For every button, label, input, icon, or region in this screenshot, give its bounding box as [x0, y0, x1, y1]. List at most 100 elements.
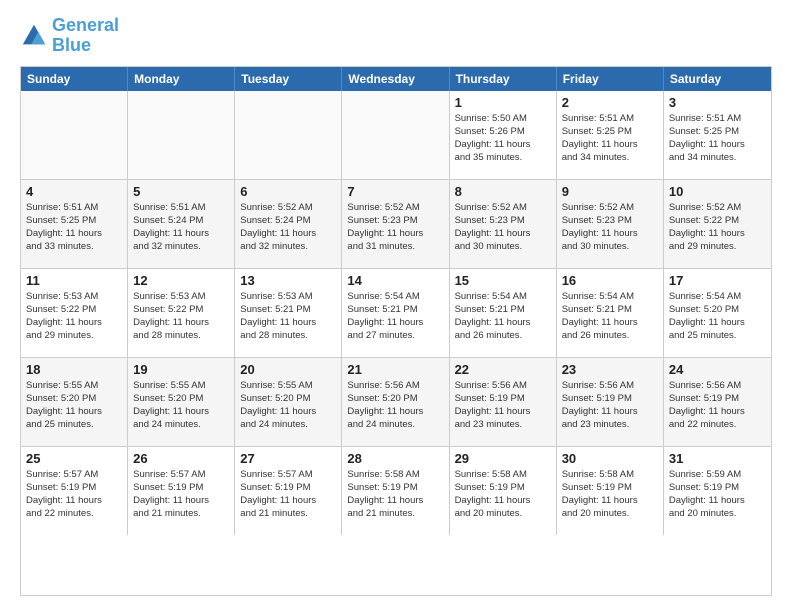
day-number: 7	[347, 184, 443, 199]
day-info: Sunrise: 5:54 AM Sunset: 5:21 PM Dayligh…	[347, 290, 443, 343]
calendar-cell: 27Sunrise: 5:57 AM Sunset: 5:19 PM Dayli…	[235, 447, 342, 535]
calendar-cell	[342, 91, 449, 179]
day-number: 19	[133, 362, 229, 377]
day-number: 22	[455, 362, 551, 377]
calendar-row-5: 25 Sunrise: 5:57 AM Sunset: 5:19 PM Dayli…	[21, 447, 771, 535]
day-number: 12	[133, 273, 229, 288]
day-number: 18	[26, 362, 122, 377]
calendar-cell: 8 Sunrise: 5:52 AM Sunset: 5:23 PM Daylig…	[450, 180, 557, 268]
calendar-cell	[128, 91, 235, 179]
day-info: Sunrise: 5:57 AM Sunset: 5:19 PM Dayligh…	[133, 468, 229, 521]
calendar-cell: 31Sunrise: 5:59 AM Sunset: 5:19 PM Dayli…	[664, 447, 771, 535]
day-number: 1	[455, 95, 551, 110]
day-info: Sunrise: 5:55 AM Sunset: 5:20 PM Dayligh…	[240, 379, 336, 432]
calendar-cell: 17 Sunrise: 5:54 AM Sunset: 5:20 PM Dayli…	[664, 269, 771, 357]
calendar-cell: 4Sunrise: 5:51 AM Sunset: 5:25 PM Daylig…	[21, 180, 128, 268]
day-info: Sunrise: 5:53 AM Sunset: 5:22 PM Dayligh…	[133, 290, 229, 343]
day-info: Sunrise: 5:52 AM Sunset: 5:23 PM Dayligh…	[347, 201, 443, 254]
day-info: Sunrise: 5:55 AM Sunset: 5:20 PM Dayligh…	[26, 379, 122, 432]
calendar-cell: 3 Sunrise: 5:51 AM Sunset: 5:25 PM Daylig…	[664, 91, 771, 179]
calendar-cell: 23 Sunrise: 5:56 AM Sunset: 5:19 PM Dayli…	[557, 358, 664, 446]
day-number: 28	[347, 451, 443, 466]
calendar-cell: 19 Sunrise: 5:55 AM Sunset: 5:20 PM Dayli…	[128, 358, 235, 446]
calendar-body: 1 Sunrise: 5:50 AM Sunset: 5:26 PM Daylig…	[21, 91, 771, 535]
calendar-row-1: 1 Sunrise: 5:50 AM Sunset: 5:26 PM Daylig…	[21, 91, 771, 180]
day-number: 6	[240, 184, 336, 199]
header: General Blue	[20, 16, 772, 56]
logo: General Blue	[20, 16, 119, 56]
calendar-cell	[21, 91, 128, 179]
calendar-cell: 28Sunrise: 5:58 AM Sunset: 5:19 PM Dayli…	[342, 447, 449, 535]
day-info: Sunrise: 5:59 AM Sunset: 5:19 PM Dayligh…	[669, 468, 766, 521]
day-number: 17	[669, 273, 766, 288]
day-info: Sunrise: 5:58 AM Sunset: 5:19 PM Dayligh…	[455, 468, 551, 521]
calendar-cell: 26 Sunrise: 5:57 AM Sunset: 5:19 PM Dayli…	[128, 447, 235, 535]
calendar-cell: 25Sunrise: 5:57 AM Sunset: 5:19 PM Dayli…	[21, 447, 128, 535]
header-day-thursday: Thursday	[450, 67, 557, 91]
calendar-cell: 24Sunrise: 5:56 AM Sunset: 5:19 PM Dayli…	[664, 358, 771, 446]
day-info: Sunrise: 5:54 AM Sunset: 5:21 PM Dayligh…	[455, 290, 551, 343]
calendar-cell: 14 Sunrise: 5:54 AM Sunset: 5:21 PM Dayli…	[342, 269, 449, 357]
header-day-saturday: Saturday	[664, 67, 771, 91]
day-number: 25	[26, 451, 122, 466]
calendar-cell: 11 Sunrise: 5:53 AM Sunset: 5:22 PM Dayli…	[21, 269, 128, 357]
day-number: 29	[455, 451, 551, 466]
day-number: 26	[133, 451, 229, 466]
calendar: SundayMondayTuesdayWednesdayThursdayFrid…	[20, 66, 772, 596]
day-info: Sunrise: 5:53 AM Sunset: 5:22 PM Dayligh…	[26, 290, 122, 343]
calendar-cell: 10 Sunrise: 5:52 AM Sunset: 5:22 PM Dayli…	[664, 180, 771, 268]
day-number: 15	[455, 273, 551, 288]
calendar-cell: 20 Sunrise: 5:55 AM Sunset: 5:20 PM Dayli…	[235, 358, 342, 446]
calendar-cell: 15 Sunrise: 5:54 AM Sunset: 5:21 PM Dayli…	[450, 269, 557, 357]
calendar-cell: 18 Sunrise: 5:55 AM Sunset: 5:20 PM Dayli…	[21, 358, 128, 446]
day-number: 4	[26, 184, 122, 199]
day-number: 14	[347, 273, 443, 288]
day-number: 8	[455, 184, 551, 199]
day-number: 9	[562, 184, 658, 199]
calendar-row-4: 18 Sunrise: 5:55 AM Sunset: 5:20 PM Dayli…	[21, 358, 771, 447]
calendar-cell: 16 Sunrise: 5:54 AM Sunset: 5:21 PM Dayli…	[557, 269, 664, 357]
calendar-cell: 29 Sunrise: 5:58 AM Sunset: 5:19 PM Dayli…	[450, 447, 557, 535]
day-number: 5	[133, 184, 229, 199]
calendar-cell: 6Sunrise: 5:52 AM Sunset: 5:24 PM Daylig…	[235, 180, 342, 268]
day-info: Sunrise: 5:51 AM Sunset: 5:25 PM Dayligh…	[562, 112, 658, 165]
calendar-cell: 22Sunrise: 5:56 AM Sunset: 5:19 PM Dayli…	[450, 358, 557, 446]
calendar-row-2: 4Sunrise: 5:51 AM Sunset: 5:25 PM Daylig…	[21, 180, 771, 269]
day-number: 13	[240, 273, 336, 288]
header-day-sunday: Sunday	[21, 67, 128, 91]
day-info: Sunrise: 5:56 AM Sunset: 5:20 PM Dayligh…	[347, 379, 443, 432]
day-number: 11	[26, 273, 122, 288]
day-number: 16	[562, 273, 658, 288]
header-day-monday: Monday	[128, 67, 235, 91]
day-number: 2	[562, 95, 658, 110]
day-number: 23	[562, 362, 658, 377]
day-info: Sunrise: 5:54 AM Sunset: 5:21 PM Dayligh…	[562, 290, 658, 343]
calendar-cell: 12 Sunrise: 5:53 AM Sunset: 5:22 PM Dayli…	[128, 269, 235, 357]
calendar-cell	[235, 91, 342, 179]
day-number: 21	[347, 362, 443, 377]
logo-text: General Blue	[52, 16, 119, 56]
page: General Blue SundayMondayTuesdayWednesda…	[0, 0, 792, 612]
calendar-cell: 9Sunrise: 5:52 AM Sunset: 5:23 PM Daylig…	[557, 180, 664, 268]
day-info: Sunrise: 5:50 AM Sunset: 5:26 PM Dayligh…	[455, 112, 551, 165]
calendar-cell: 13Sunrise: 5:53 AM Sunset: 5:21 PM Dayli…	[235, 269, 342, 357]
calendar-cell: 30 Sunrise: 5:58 AM Sunset: 5:19 PM Dayli…	[557, 447, 664, 535]
calendar-row-3: 11 Sunrise: 5:53 AM Sunset: 5:22 PM Dayli…	[21, 269, 771, 358]
day-number: 3	[669, 95, 766, 110]
day-info: Sunrise: 5:56 AM Sunset: 5:19 PM Dayligh…	[669, 379, 766, 432]
day-info: Sunrise: 5:51 AM Sunset: 5:24 PM Dayligh…	[133, 201, 229, 254]
header-day-tuesday: Tuesday	[235, 67, 342, 91]
day-number: 30	[562, 451, 658, 466]
day-info: Sunrise: 5:52 AM Sunset: 5:23 PM Dayligh…	[455, 201, 551, 254]
day-info: Sunrise: 5:56 AM Sunset: 5:19 PM Dayligh…	[562, 379, 658, 432]
calendar-cell: 2 Sunrise: 5:51 AM Sunset: 5:25 PM Daylig…	[557, 91, 664, 179]
header-day-friday: Friday	[557, 67, 664, 91]
day-number: 10	[669, 184, 766, 199]
day-number: 20	[240, 362, 336, 377]
day-info: Sunrise: 5:52 AM Sunset: 5:22 PM Dayligh…	[669, 201, 766, 254]
day-info: Sunrise: 5:58 AM Sunset: 5:19 PM Dayligh…	[562, 468, 658, 521]
day-info: Sunrise: 5:55 AM Sunset: 5:20 PM Dayligh…	[133, 379, 229, 432]
day-info: Sunrise: 5:51 AM Sunset: 5:25 PM Dayligh…	[669, 112, 766, 165]
logo-icon	[20, 22, 48, 50]
day-info: Sunrise: 5:54 AM Sunset: 5:20 PM Dayligh…	[669, 290, 766, 343]
